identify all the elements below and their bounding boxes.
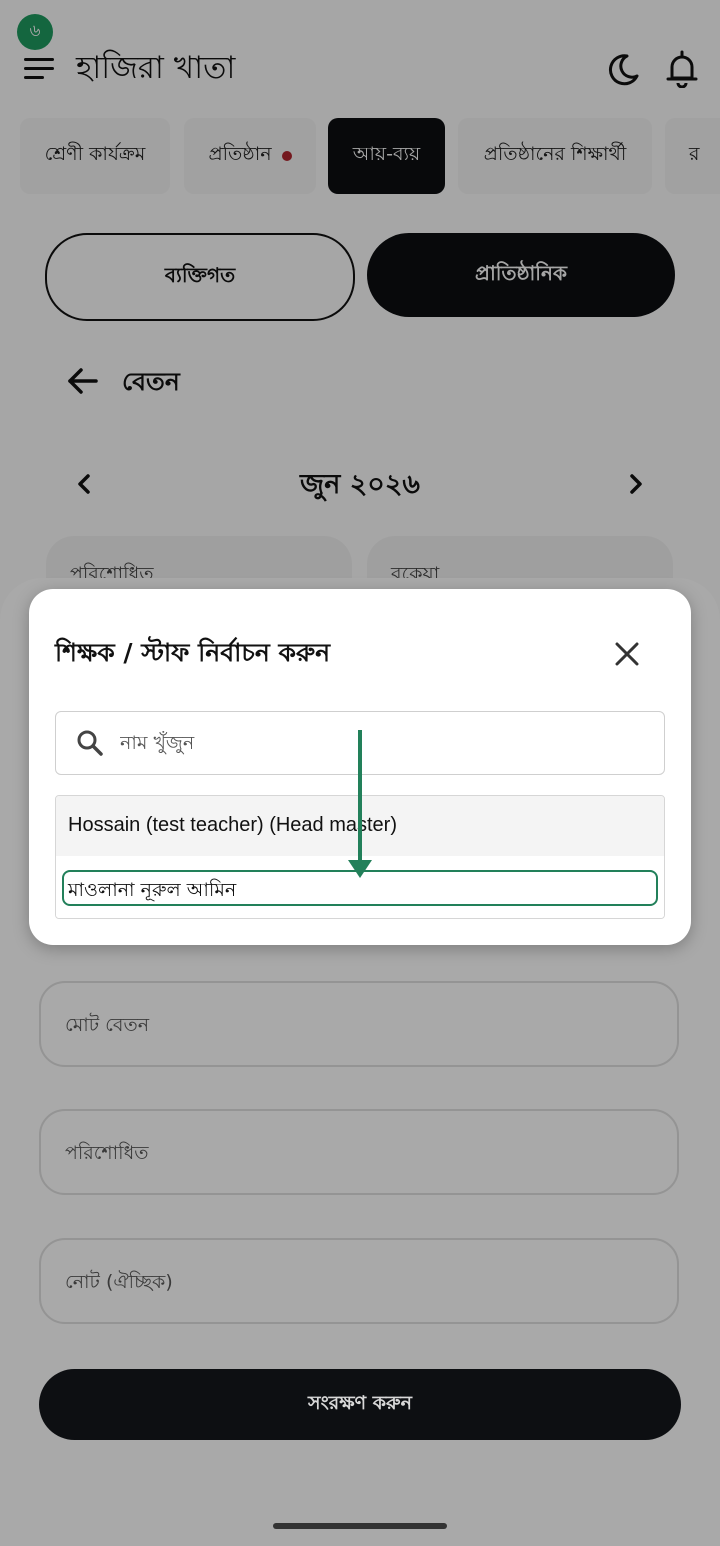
note-field[interactable]: নোট (ঐচ্ছিক): [39, 1238, 679, 1324]
search-icon: [77, 730, 103, 756]
search-input[interactable]: [118, 722, 642, 764]
close-icon[interactable]: [612, 639, 642, 669]
save-button[interactable]: সংরক্ষণ করুন: [39, 1369, 681, 1440]
paid-amount-field[interactable]: পরিশোধিত: [39, 1109, 679, 1195]
home-indicator[interactable]: [273, 1523, 447, 1529]
total-salary-field[interactable]: মোট বেতন: [39, 981, 679, 1067]
annotation-arrow: [348, 730, 372, 878]
field-placeholder: নোট (ঐচ্ছিক): [65, 1271, 173, 1293]
field-placeholder: পরিশোধিত: [65, 1142, 149, 1164]
field-placeholder: মোট বেতন: [65, 1014, 150, 1036]
dialog-title: শিক্ষক / স্টাফ নির্বাচন করুন: [55, 638, 331, 667]
